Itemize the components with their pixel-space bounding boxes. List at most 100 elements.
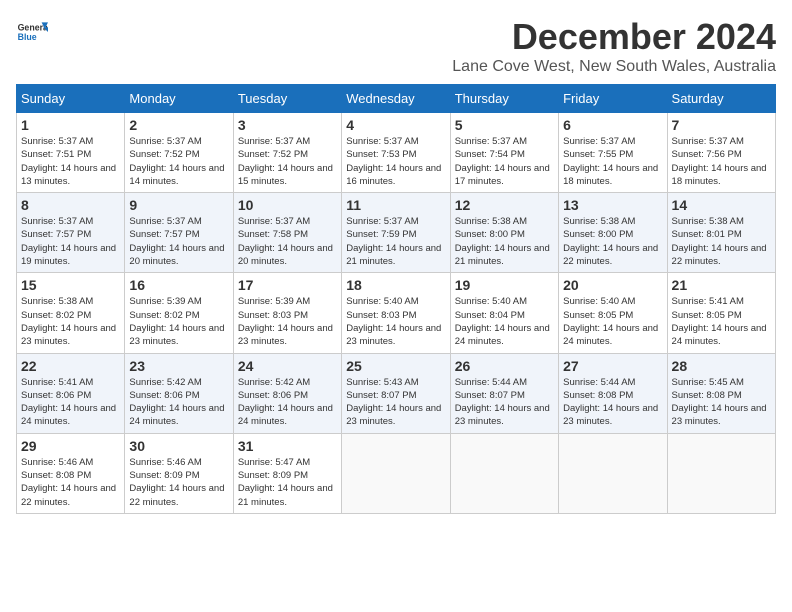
day-detail: Sunrise: 5:37 AM Sunset: 7:57 PM Dayligh… [129,215,228,268]
calendar-cell: 21 Sunrise: 5:41 AM Sunset: 8:05 PM Dayli… [667,273,775,353]
calendar-cell: 9 Sunrise: 5:37 AM Sunset: 7:57 PM Daylig… [125,193,233,273]
calendar-header-row: SundayMondayTuesdayWednesdayThursdayFrid… [17,85,776,113]
calendar-cell: 15 Sunrise: 5:38 AM Sunset: 8:02 PM Dayli… [17,273,125,353]
calendar-cell: 23 Sunrise: 5:42 AM Sunset: 8:06 PM Dayli… [125,353,233,433]
calendar-cell: 29 Sunrise: 5:46 AM Sunset: 8:08 PM Dayli… [17,433,125,513]
day-detail: Sunrise: 5:44 AM Sunset: 8:08 PM Dayligh… [563,376,662,429]
calendar-cell: 3 Sunrise: 5:37 AM Sunset: 7:52 PM Daylig… [233,113,341,193]
day-detail: Sunrise: 5:39 AM Sunset: 8:03 PM Dayligh… [238,295,337,348]
logo: General Blue [16,16,48,48]
calendar-cell: 6 Sunrise: 5:37 AM Sunset: 7:55 PM Daylig… [559,113,667,193]
day-number: 6 [563,117,662,133]
day-number: 18 [346,277,445,293]
day-detail: Sunrise: 5:46 AM Sunset: 8:09 PM Dayligh… [129,456,228,509]
day-number: 23 [129,358,228,374]
day-detail: Sunrise: 5:37 AM Sunset: 7:53 PM Dayligh… [346,135,445,188]
day-detail: Sunrise: 5:38 AM Sunset: 8:00 PM Dayligh… [563,215,662,268]
day-number: 10 [238,197,337,213]
day-detail: Sunrise: 5:38 AM Sunset: 8:01 PM Dayligh… [672,215,771,268]
calendar-cell: 7Sunrise: 5:37 AM Sunset: 7:56 PM Daylig… [667,113,775,193]
day-number: 31 [238,438,337,454]
calendar-table: SundayMondayTuesdayWednesdayThursdayFrid… [16,84,776,514]
calendar-row-1: 1Sunrise: 5:37 AM Sunset: 7:51 PM Daylig… [17,113,776,193]
calendar-cell: 2Sunrise: 5:37 AM Sunset: 7:52 PM Daylig… [125,113,233,193]
calendar-cell: 31Sunrise: 5:47 AM Sunset: 8:09 PM Dayli… [233,433,341,513]
calendar-cell: 14 Sunrise: 5:38 AM Sunset: 8:01 PM Dayli… [667,193,775,273]
header-day-sunday: Sunday [17,85,125,113]
day-detail: Sunrise: 5:37 AM Sunset: 7:56 PM Dayligh… [672,135,771,188]
calendar-cell: 22Sunrise: 5:41 AM Sunset: 8:06 PM Dayli… [17,353,125,433]
day-detail: Sunrise: 5:40 AM Sunset: 8:05 PM Dayligh… [563,295,662,348]
day-number: 16 [129,277,228,293]
day-detail: Sunrise: 5:41 AM Sunset: 8:06 PM Dayligh… [21,376,120,429]
calendar-row-4: 22Sunrise: 5:41 AM Sunset: 8:06 PM Dayli… [17,353,776,433]
day-detail: Sunrise: 5:37 AM Sunset: 7:54 PM Dayligh… [455,135,554,188]
calendar-cell: 13 Sunrise: 5:38 AM Sunset: 8:00 PM Dayli… [559,193,667,273]
day-number: 13 [563,197,662,213]
calendar-cell: 20 Sunrise: 5:40 AM Sunset: 8:05 PM Dayli… [559,273,667,353]
day-number: 17 [238,277,337,293]
day-number: 20 [563,277,662,293]
calendar-cell: 12 Sunrise: 5:38 AM Sunset: 8:00 PM Dayli… [450,193,558,273]
month-year: December 2024 [452,16,776,58]
calendar-cell [559,433,667,513]
day-detail: Sunrise: 5:42 AM Sunset: 8:06 PM Dayligh… [129,376,228,429]
day-detail: Sunrise: 5:37 AM Sunset: 7:52 PM Dayligh… [238,135,337,188]
calendar-cell: 18 Sunrise: 5:40 AM Sunset: 8:03 PM Dayli… [342,273,450,353]
day-detail: Sunrise: 5:42 AM Sunset: 8:06 PM Dayligh… [238,376,337,429]
day-detail: Sunrise: 5:38 AM Sunset: 8:02 PM Dayligh… [21,295,120,348]
header-day-tuesday: Tuesday [233,85,341,113]
day-number: 11 [346,197,445,213]
day-detail: Sunrise: 5:37 AM Sunset: 7:58 PM Dayligh… [238,215,337,268]
header-day-friday: Friday [559,85,667,113]
calendar-cell: 1Sunrise: 5:37 AM Sunset: 7:51 PM Daylig… [17,113,125,193]
day-detail: Sunrise: 5:37 AM Sunset: 7:55 PM Dayligh… [563,135,662,188]
day-number: 26 [455,358,554,374]
day-number: 4 [346,117,445,133]
day-number: 12 [455,197,554,213]
calendar-cell: 25Sunrise: 5:43 AM Sunset: 8:07 PM Dayli… [342,353,450,433]
day-detail: Sunrise: 5:41 AM Sunset: 8:05 PM Dayligh… [672,295,771,348]
day-number: 21 [672,277,771,293]
header-day-saturday: Saturday [667,85,775,113]
day-detail: Sunrise: 5:46 AM Sunset: 8:08 PM Dayligh… [21,456,120,509]
calendar-cell: 16 Sunrise: 5:39 AM Sunset: 8:02 PM Dayli… [125,273,233,353]
calendar-cell: 17 Sunrise: 5:39 AM Sunset: 8:03 PM Dayli… [233,273,341,353]
day-detail: Sunrise: 5:40 AM Sunset: 8:03 PM Dayligh… [346,295,445,348]
day-number: 25 [346,358,445,374]
day-detail: Sunrise: 5:37 AM Sunset: 7:51 PM Dayligh… [21,135,120,188]
day-number: 8 [21,197,120,213]
day-number: 5 [455,117,554,133]
calendar-cell: 27Sunrise: 5:44 AM Sunset: 8:08 PM Dayli… [559,353,667,433]
day-detail: Sunrise: 5:39 AM Sunset: 8:02 PM Dayligh… [129,295,228,348]
day-number: 19 [455,277,554,293]
day-detail: Sunrise: 5:45 AM Sunset: 8:08 PM Dayligh… [672,376,771,429]
header-day-wednesday: Wednesday [342,85,450,113]
location: Lane Cove West, New South Wales, Austral… [452,58,776,76]
calendar-cell: 5 Sunrise: 5:37 AM Sunset: 7:54 PM Daylig… [450,113,558,193]
day-detail: Sunrise: 5:37 AM Sunset: 7:52 PM Dayligh… [129,135,228,188]
calendar-row-2: 8 Sunrise: 5:37 AM Sunset: 7:57 PM Daylig… [17,193,776,273]
day-detail: Sunrise: 5:38 AM Sunset: 8:00 PM Dayligh… [455,215,554,268]
calendar-cell: 30 Sunrise: 5:46 AM Sunset: 8:09 PM Dayli… [125,433,233,513]
title-section: December 2024 Lane Cove West, New South … [452,16,776,76]
calendar-cell [342,433,450,513]
day-number: 15 [21,277,120,293]
day-number: 3 [238,117,337,133]
day-number: 24 [238,358,337,374]
calendar-cell: 24 Sunrise: 5:42 AM Sunset: 8:06 PM Dayli… [233,353,341,433]
day-number: 14 [672,197,771,213]
logo-icon: General Blue [16,16,48,48]
day-detail: Sunrise: 5:37 AM Sunset: 7:57 PM Dayligh… [21,215,120,268]
day-number: 29 [21,438,120,454]
calendar-cell: 8 Sunrise: 5:37 AM Sunset: 7:57 PM Daylig… [17,193,125,273]
calendar-cell: 26 Sunrise: 5:44 AM Sunset: 8:07 PM Dayli… [450,353,558,433]
calendar-cell: 28Sunrise: 5:45 AM Sunset: 8:08 PM Dayli… [667,353,775,433]
day-number: 30 [129,438,228,454]
day-number: 9 [129,197,228,213]
calendar-row-5: 29 Sunrise: 5:46 AM Sunset: 8:08 PM Dayli… [17,433,776,513]
day-detail: Sunrise: 5:44 AM Sunset: 8:07 PM Dayligh… [455,376,554,429]
header-day-monday: Monday [125,85,233,113]
calendar-cell: 10 Sunrise: 5:37 AM Sunset: 7:58 PM Dayli… [233,193,341,273]
calendar-row-3: 15 Sunrise: 5:38 AM Sunset: 8:02 PM Dayli… [17,273,776,353]
